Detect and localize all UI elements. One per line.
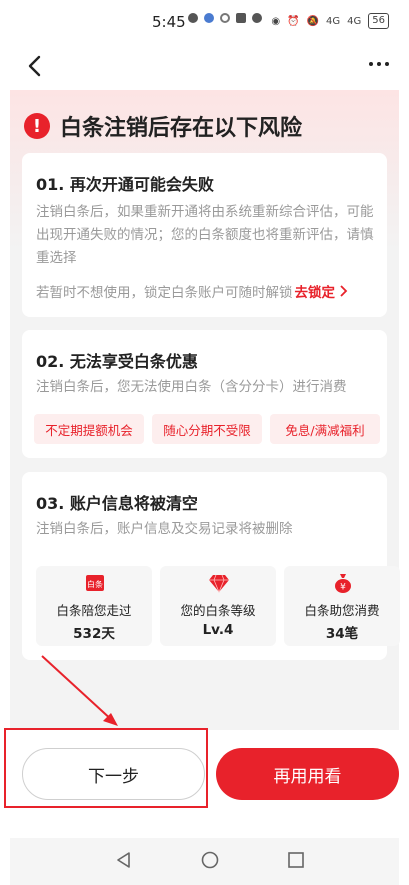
risk-card-reopen: 01. 再次开通可能会失败 注销白条后，如果重新开通将由系统重新综合评估，可能出…	[22, 153, 387, 317]
stat-level: 您的白条等级 Lv.4	[160, 566, 276, 646]
mute-icon: 🔕	[306, 15, 320, 27]
page-title: 白条注销后存在以下风险	[60, 116, 303, 141]
status-time: 5:45	[152, 13, 186, 31]
home-circle-icon[interactable]	[200, 850, 220, 870]
message-icon	[188, 13, 198, 23]
eye-icon: ◉	[271, 15, 281, 27]
stat-value: 34笔	[325, 626, 359, 642]
mail-icon	[236, 13, 246, 23]
card-description: 注销白条后，您无法使用白条（含分分卡）进行消费	[36, 379, 347, 395]
system-nav-bar	[10, 838, 399, 885]
lock-link[interactable]: 去锁定	[295, 281, 336, 301]
risk-card-benefits: 02. 无法享受白条优惠 注销白条后，您无法使用白条（含分分卡）进行消费 不定期…	[22, 330, 387, 458]
alarm-icon: ⏰	[287, 15, 300, 27]
benefit-tag: 随心分期不受限	[152, 414, 262, 444]
signal-icon-2: 4G	[347, 15, 362, 27]
battery-icon: 56	[368, 13, 389, 29]
card-title: 03. 账户信息将被清空	[36, 494, 198, 513]
risk-header: ! 白条注销后存在以下风险	[24, 110, 302, 142]
annotation-highlight-box	[4, 728, 208, 808]
card-description: 注销白条后，账户信息及交易记录将被删除	[36, 521, 293, 537]
notification-icons	[188, 13, 262, 23]
stat-value: Lv.4	[202, 622, 234, 638]
risk-content: ! 白条注销后存在以下风险 01. 再次开通可能会失败 注销白条后，如果重新开通…	[10, 90, 400, 730]
warning-icon: !	[24, 113, 50, 139]
lock-row: 若暂时不想使用，锁定白条账户可随时解锁 去锁定	[36, 281, 376, 301]
svg-text:¥: ¥	[340, 583, 346, 593]
system-icons: ◉ ⏰ 🔕 4G 4G 56	[271, 13, 389, 29]
triangle-back-icon[interactable]	[114, 850, 134, 870]
stat-days: 白条 白条陪您走过 532天	[36, 566, 152, 646]
svg-text:白条: 白条	[87, 579, 103, 589]
card-title: 01. 再次开通可能会失败	[36, 175, 214, 194]
benefit-tag: 不定期提额机会	[34, 414, 144, 444]
stat-label: 白条陪您走过	[56, 603, 132, 618]
card-description: 注销白条后，如果重新开通将由系统重新综合评估，可能出现开通失败的情况；您的白条额…	[36, 204, 374, 266]
account-stats: 白条 白条陪您走过 532天 您的白条等级 Lv.4 ¥ 白条助您消费 34笔	[36, 566, 400, 646]
stat-consumption: ¥ 白条助您消费 34笔	[284, 566, 400, 646]
nav-bar	[0, 44, 409, 90]
lock-hint: 若暂时不想使用，锁定白条账户可随时解锁	[36, 285, 293, 301]
recent-apps-icon[interactable]	[287, 851, 305, 869]
money-bag-icon: ¥	[335, 574, 351, 593]
more-icon[interactable]	[369, 62, 389, 66]
status-bar: 5:45 ◉ ⏰ 🔕 4G 4G 56	[0, 0, 409, 44]
settings-icon	[252, 13, 262, 23]
back-icon[interactable]	[22, 52, 50, 80]
diamond-icon	[209, 574, 229, 594]
card-title: 02. 无法享受白条优惠	[36, 352, 198, 371]
stat-label: 白条助您消费	[304, 603, 380, 618]
signal-icon-1: 4G	[326, 15, 341, 27]
baitiao-card-icon: 白条	[86, 575, 104, 591]
chevron-right-icon[interactable]	[338, 285, 348, 297]
search-app-icon	[220, 13, 230, 23]
benefit-tags: 不定期提额机会 随心分期不受限 免息/满减福利	[34, 414, 380, 444]
stat-label: 您的白条等级	[180, 603, 256, 618]
stat-value: 532天	[73, 626, 115, 642]
try-again-button[interactable]: 再用用看	[216, 748, 399, 800]
app-icon	[204, 13, 214, 23]
benefit-tag: 免息/满减福利	[270, 414, 380, 444]
risk-card-account: 03. 账户信息将被清空 注销白条后，账户信息及交易记录将被删除 白条 白条陪您…	[22, 472, 400, 660]
